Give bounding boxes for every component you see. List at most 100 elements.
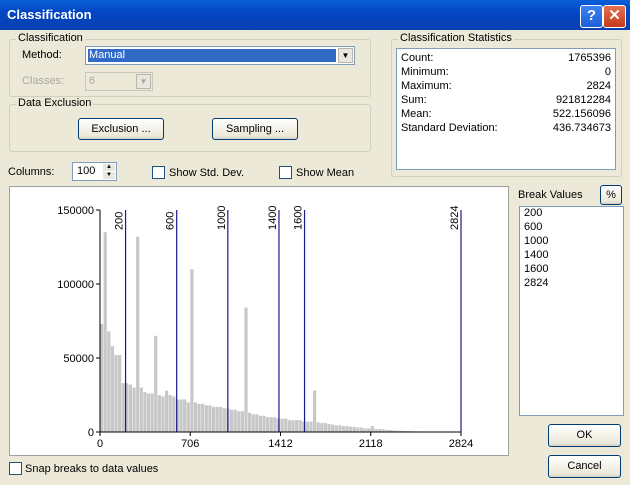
histogram-panel: 200 600 1000 1400 1600 2824 0 706 1412 2118 2824 0… [9, 186, 509, 456]
histogram-bar [222, 408, 226, 432]
exclusion-button[interactable]: Exclusion ... [78, 118, 164, 140]
histogram-bar [248, 412, 252, 432]
stat-value: 2824 [586, 80, 611, 92]
columns-spinner[interactable]: 100 ▲ ▼ [72, 162, 117, 181]
histogram-bar [179, 399, 183, 432]
histogram-bar [352, 426, 356, 432]
histogram-bar [280, 418, 284, 432]
cancel-button[interactable]: Cancel [548, 455, 621, 478]
histogram-bar [258, 415, 263, 432]
classification-group-label: Classification [16, 32, 85, 44]
histogram-bar [201, 403, 205, 432]
histogram-bar [136, 236, 140, 432]
histogram-bar [208, 405, 212, 432]
histogram-bar [331, 424, 335, 432]
stat-label: Maximum: [401, 80, 452, 92]
stat-value: 522.156096 [552, 108, 611, 120]
break-value-item[interactable]: 1400 [520, 249, 623, 263]
histogram-bar [334, 425, 338, 432]
snap-breaks-checkbox[interactable] [9, 462, 22, 475]
show-mean-checkbox[interactable] [279, 166, 292, 179]
histogram-bar [309, 421, 313, 432]
histogram-bar [323, 423, 328, 432]
histogram-bar [183, 399, 187, 432]
histogram-bar [164, 390, 169, 432]
break-line-label: 1000 [216, 206, 228, 230]
chevron-down-icon[interactable]: ▼ [338, 48, 353, 63]
histogram-bar [363, 428, 367, 432]
histogram-bar [161, 396, 165, 432]
histogram-bar [190, 269, 194, 432]
histogram-bar [338, 425, 342, 432]
method-dropdown[interactable]: Manual ▼ [85, 46, 355, 65]
histogram-bar [370, 426, 374, 432]
stat-label: Standard Deviation: [401, 122, 498, 134]
spin-down-icon[interactable]: ▼ [103, 172, 115, 179]
break-value-item[interactable]: 1600 [520, 263, 623, 277]
histogram-bar [237, 411, 241, 432]
classes-value: 6 [89, 75, 96, 87]
histogram-bar [320, 423, 324, 432]
histogram-bar [233, 409, 237, 432]
columns-label: Columns: [8, 166, 55, 178]
x-tick-label: 2118 [359, 438, 383, 450]
show-std-dev-checkbox[interactable] [152, 166, 165, 179]
histogram-bar [107, 331, 111, 432]
histogram-bar [146, 393, 151, 432]
x-tick-label: 2824 [449, 438, 473, 450]
stat-value: 0 [604, 66, 611, 78]
close-button[interactable]: ✕ [603, 5, 626, 28]
histogram-bar [269, 417, 273, 432]
histogram-bar [251, 414, 255, 432]
classes-label: Classes: [22, 75, 65, 87]
spin-up-icon[interactable]: ▲ [103, 164, 115, 171]
histogram-bar [349, 426, 353, 432]
chevron-down-icon[interactable]: ▼ [136, 74, 151, 89]
histogram-bar [157, 395, 161, 432]
stat-label: Count: [401, 52, 434, 64]
histogram-bar [103, 232, 107, 432]
break-value-item[interactable]: 1000 [520, 235, 623, 249]
break-value-item[interactable]: 600 [520, 221, 623, 235]
break-line-label: 600 [165, 212, 177, 230]
y-tick-label: 0 [88, 427, 94, 439]
histogram-bar [219, 406, 223, 432]
histogram-bar [186, 402, 190, 432]
histogram-bar [312, 390, 317, 432]
break-values-list[interactable]: 200 600 1000 1400 1600 2824 [519, 206, 624, 416]
statistics-panel: Count: 1765396 Minimum: 0 Maximum: 2824 Sum… [396, 48, 616, 170]
stat-value: 436.734673 [552, 122, 611, 134]
x-tick-label: 1412 [268, 438, 292, 450]
histogram-bar [118, 355, 122, 432]
break-value-item[interactable]: 200 [520, 207, 623, 221]
classes-dropdown[interactable]: 6 ▼ [85, 72, 153, 91]
histogram-bar [121, 383, 125, 432]
histogram-bar [193, 402, 198, 432]
histogram-bar [172, 396, 176, 432]
histogram-bar [168, 395, 172, 432]
histogram-bar [128, 384, 133, 432]
y-tick-label: 150000 [57, 205, 94, 217]
break-line-label: 200 [114, 212, 126, 230]
help-button[interactable]: ? [580, 5, 603, 28]
histogram-bar [298, 420, 302, 432]
window-title: Classification [7, 7, 92, 22]
percent-button[interactable]: % [600, 185, 622, 205]
histogram-bar [110, 346, 115, 432]
histogram-chart[interactable]: 200 600 1000 1400 1600 2824 0 706 1412 2118 2824 0… [10, 187, 508, 455]
histogram-bar [356, 427, 360, 432]
histogram-bar [291, 420, 295, 432]
snap-breaks-label: Snap breaks to data values [25, 463, 159, 475]
histogram-bar [229, 409, 234, 432]
histogram-bar [204, 405, 208, 432]
sampling-button[interactable]: Sampling ... [212, 118, 298, 140]
histogram-bar [255, 414, 259, 432]
histogram-bar [114, 355, 118, 432]
ok-button[interactable]: OK [548, 424, 621, 447]
histogram-bar [305, 421, 309, 432]
histogram-bar [262, 415, 266, 432]
columns-value: 100 [77, 165, 96, 177]
histogram-bar [284, 418, 288, 432]
break-value-item[interactable]: 2824 [520, 277, 623, 291]
histogram-bar [150, 393, 154, 432]
